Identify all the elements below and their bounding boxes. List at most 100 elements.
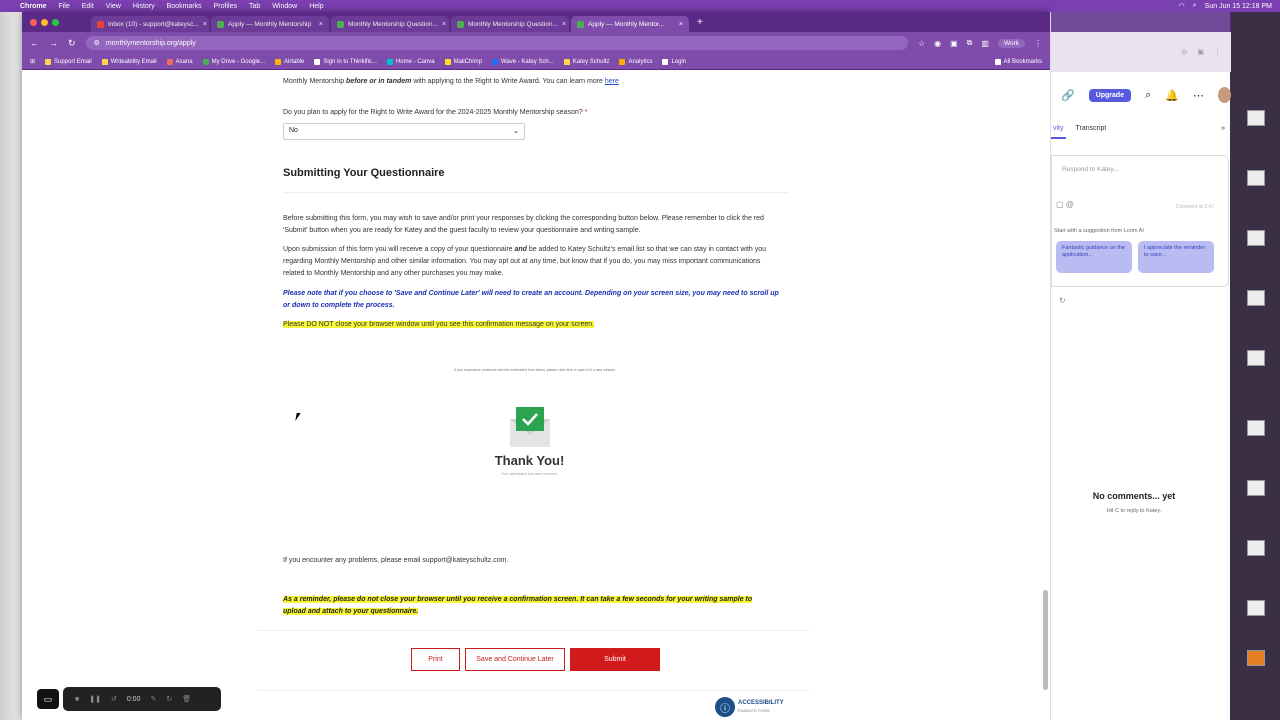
menu-bookmarks[interactable]: Bookmarks bbox=[167, 3, 202, 10]
tab-activity[interactable]: vity bbox=[1051, 125, 1066, 139]
submit-button[interactable]: Submit bbox=[570, 648, 660, 671]
close-tab-icon[interactable]: × bbox=[562, 21, 566, 28]
bookmark-asana[interactable]: Asana bbox=[166, 58, 193, 65]
menu-profiles[interactable]: Profiles bbox=[214, 3, 237, 10]
site-icon bbox=[577, 20, 584, 28]
ai-suggestion-chip[interactable]: I appreciate the reminder to save... bbox=[1138, 241, 1214, 273]
respond-input[interactable]: Respond to Katey... bbox=[1062, 166, 1119, 173]
camera-icon[interactable]: ▭ bbox=[37, 689, 59, 709]
tab-label: Inbox (10) - support@kateysc... bbox=[108, 20, 199, 28]
menu-view[interactable]: View bbox=[106, 3, 121, 10]
refresh-icon[interactable]: ↻ bbox=[1059, 296, 1066, 305]
desktop-file[interactable] bbox=[1236, 650, 1276, 680]
desktop-file[interactable] bbox=[1236, 480, 1276, 510]
bookmark-canva[interactable]: Home - Canva bbox=[386, 58, 435, 65]
tab-transcript[interactable]: Transcript bbox=[1076, 125, 1107, 139]
bookmark-star-icon[interactable]: ☆ bbox=[918, 39, 925, 48]
menu-tab[interactable]: Tab bbox=[249, 3, 260, 10]
page-scrollbar[interactable] bbox=[1043, 590, 1048, 690]
draw-icon[interactable]: ✎ bbox=[150, 695, 156, 703]
menu-dots-icon[interactable]: ⋮ bbox=[1034, 39, 1042, 48]
section-title: Submitting Your Questionnaire bbox=[283, 167, 445, 179]
more-icon[interactable]: ⋯ bbox=[1193, 89, 1204, 102]
puzzle-icon[interactable]: ⧉ bbox=[967, 38, 973, 48]
extension-icon[interactable]: ▣ bbox=[1197, 48, 1204, 56]
desktop-file[interactable] bbox=[1236, 350, 1276, 380]
restart-icon[interactable]: ↺ bbox=[111, 695, 117, 703]
bookmark-mailchimp[interactable]: MailChimp bbox=[444, 58, 482, 65]
link-icon[interactable]: 🔗 bbox=[1061, 89, 1075, 102]
ai-suggestion-chip[interactable]: Fantastic guidance on the application... bbox=[1056, 241, 1132, 273]
menu-app-name[interactable]: Chrome bbox=[20, 3, 46, 10]
tab-gmail[interactable]: Inbox (10) - support@kateysc... × bbox=[91, 16, 209, 32]
tab-questionnaire-2[interactable]: Monthly Mentorship Question... × bbox=[451, 16, 569, 32]
tab-apply[interactable]: Apply — Monthly Mentorship × bbox=[211, 16, 329, 32]
bell-icon[interactable]: 🔔 bbox=[1165, 89, 1179, 102]
menu-help[interactable]: Help bbox=[309, 3, 323, 10]
bookmark-drive[interactable]: My Drive - Google... bbox=[202, 58, 265, 65]
extension-icon[interactable]: ▣ bbox=[950, 39, 958, 48]
close-tab-icon[interactable]: × bbox=[679, 21, 683, 28]
close-tab-icon[interactable]: × bbox=[319, 21, 323, 28]
reload-icon[interactable]: ↻ bbox=[68, 38, 76, 49]
bookmark-wave[interactable]: Wave - Katey Sch... bbox=[491, 58, 554, 65]
cancel-icon[interactable]: ↻ bbox=[166, 695, 172, 703]
bookmark-katey[interactable]: Katey Schultz bbox=[563, 58, 609, 65]
back-icon[interactable]: ← bbox=[30, 38, 39, 48]
search-icon[interactable]: ⌕ bbox=[1145, 89, 1151, 102]
extension-icon[interactable]: ◉ bbox=[934, 39, 941, 48]
upgrade-button[interactable]: Upgrade bbox=[1088, 88, 1132, 102]
site-info-icon[interactable]: ⚙ bbox=[94, 39, 100, 47]
bookmark-airtable[interactable]: Airtable bbox=[275, 58, 304, 65]
all-bookmarks[interactable]: All Bookmarks bbox=[994, 58, 1042, 65]
wifi-icon[interactable]: ◠ bbox=[1179, 2, 1185, 10]
menu-history[interactable]: History bbox=[133, 3, 155, 10]
ai-suggestion-label: Start with a suggestion from Loom AI bbox=[1054, 228, 1144, 234]
bookmark-login[interactable]: Login bbox=[662, 58, 686, 65]
bookmark-analytics[interactable]: Analytics bbox=[619, 58, 652, 65]
learn-more-link[interactable]: here bbox=[605, 78, 619, 85]
menu-window[interactable]: Window bbox=[272, 3, 297, 10]
bookmark-writeability[interactable]: Writeability Email bbox=[101, 58, 157, 65]
email-list-paragraph: Upon submission of this form you will re… bbox=[283, 246, 767, 277]
comment-timestamp[interactable]: Comment at 2:47 bbox=[1176, 204, 1214, 210]
side-panel-icon[interactable]: ▥ bbox=[981, 39, 989, 48]
maximize-window-button[interactable] bbox=[52, 18, 59, 26]
url-field[interactable]: ⚙ monthlymentorship.org/apply bbox=[85, 36, 908, 50]
bookmark-thinkific[interactable]: Sign in to Thinkific... bbox=[314, 58, 377, 65]
forward-icon[interactable]: → bbox=[49, 38, 58, 48]
close-tab-icon[interactable]: × bbox=[203, 21, 207, 28]
menu-dots-icon[interactable]: ⋮ bbox=[1214, 48, 1221, 56]
apps-icon[interactable]: ⊞ bbox=[30, 58, 35, 65]
accessibility-badge[interactable]: ⓘ ACCESSIBILITY ENABLED FORM bbox=[715, 697, 784, 717]
close-window-button[interactable] bbox=[30, 18, 37, 26]
mention-icon[interactable]: ▢ @ bbox=[1056, 200, 1074, 209]
menu-edit[interactable]: Edit bbox=[82, 3, 94, 10]
close-tab-icon[interactable]: × bbox=[442, 21, 446, 28]
bookmark-support-email[interactable]: Support Email bbox=[45, 58, 92, 65]
collapse-panel-icon[interactable]: » bbox=[1221, 125, 1231, 139]
tab-questionnaire-1[interactable]: Monthly Mentorship Question... × bbox=[331, 16, 449, 32]
extension-icon[interactable]: ◎ bbox=[1181, 48, 1187, 56]
profile-button[interactable]: Work bbox=[997, 38, 1025, 48]
desktop-file[interactable] bbox=[1236, 110, 1276, 140]
save-continue-later-button[interactable]: Save and Continue Later bbox=[465, 648, 565, 671]
stop-icon[interactable]: ■ bbox=[75, 696, 79, 703]
new-tab-button[interactable]: + bbox=[691, 17, 709, 28]
desktop-file[interactable] bbox=[1236, 540, 1276, 570]
menu-file[interactable]: File bbox=[58, 3, 69, 10]
desktop-file[interactable] bbox=[1236, 290, 1276, 320]
search-icon[interactable]: ⌕ bbox=[1193, 2, 1197, 10]
tab-apply-active[interactable]: Apply — Monthly Mentor... × bbox=[571, 16, 689, 32]
avatar[interactable] bbox=[1217, 87, 1231, 103]
pause-icon[interactable]: ❚❚ bbox=[89, 695, 101, 703]
desktop-file[interactable] bbox=[1236, 600, 1276, 630]
desktop-file[interactable] bbox=[1236, 230, 1276, 260]
menubar-clock[interactable]: Sun Jun 15 12:18 PM bbox=[1205, 3, 1272, 10]
print-button[interactable]: Print bbox=[411, 648, 460, 671]
trash-icon[interactable]: 🗑 bbox=[182, 695, 191, 703]
minimize-window-button[interactable] bbox=[41, 18, 48, 26]
award-select[interactable]: No ⌄ bbox=[283, 123, 525, 140]
desktop-file[interactable] bbox=[1236, 170, 1276, 200]
desktop-file[interactable] bbox=[1236, 420, 1276, 450]
